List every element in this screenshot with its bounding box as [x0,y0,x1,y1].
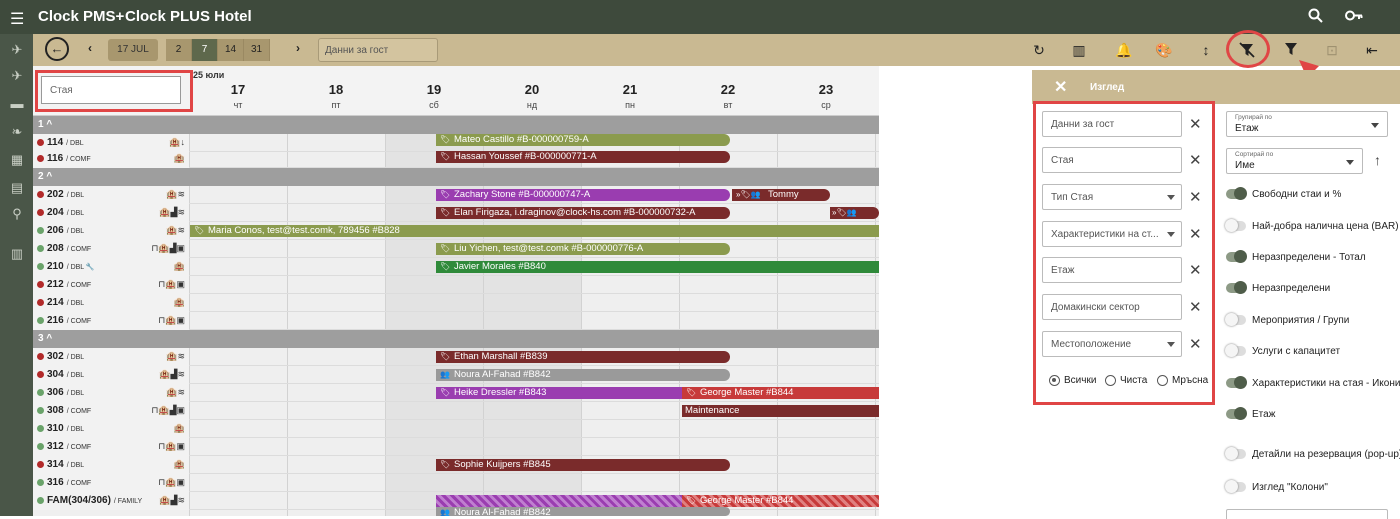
chevron-right-icon[interactable]: › [296,41,300,55]
booking-bar[interactable]: »🏷👥 Tommy [732,189,830,201]
import-icon[interactable]: ⇤ [1363,42,1381,59]
calendar-toolbar: ← ‹ 17 JUL 2 7 14 31 › Данни за гост ↻ ▥… [33,34,1400,66]
booking-bar[interactable]: 🏷 Javier Morales #B840 [436,261,879,273]
refresh-icon[interactable]: ↻ [1030,42,1048,59]
top-bar: ☰ Clock PMS+ Clock PLUS Hotel [0,0,1400,34]
toggle-unassigned[interactable]: Неразпределени [1226,281,1330,295]
booking-bar[interactable]: 🏷 Elan Firigaza, i.draginov@clock-hs.com … [436,207,730,219]
columns-icon[interactable]: ▥ [1070,42,1088,59]
range-7[interactable]: 7 [192,39,218,61]
booking-bar[interactable] [436,495,682,507]
toggle-bar-price[interactable]: Най-добра налична цена (BAR) [1225,219,1399,233]
room-row: 216/ COMF ⊓🏨▣ [33,312,879,330]
document-icon[interactable]: ▤ [9,180,25,196]
departure-icon[interactable]: ✈ [9,42,25,58]
sort-by-select[interactable]: Сортирай по Име [1226,148,1363,174]
expand-vertical-icon[interactable]: ↕ [1197,42,1215,58]
bed-icon[interactable]: ▬ [9,96,25,112]
day-header: 21 пн [622,82,638,110]
day-header: 18 пт [328,82,344,110]
chevron-down-icon [1371,123,1379,128]
room-row: 212/ COMF ⊓🏨▣ [33,276,879,294]
room-row: 310/ DBL 🏨 [33,420,879,438]
toggle-reservation-popup[interactable]: Детайли на резервация (pop-up) [1225,447,1400,461]
booking-bar-continued[interactable]: »🏷👥 [830,207,879,219]
booking-bar[interactable]: 🏷 Hassan Youssef #B-000000771-A [436,151,730,163]
notification-add-icon[interactable]: 🔔 [1115,42,1133,59]
booking-bar[interactable]: 🏷 Heike Dressler #B843 [436,387,682,399]
filter-icon[interactable] [1282,42,1300,59]
day-header: 22 вт [720,82,736,110]
key-icon[interactable] [1345,8,1363,27]
calendar-grid: Стая 25 юли 17 чт 18 пт 19 сб 20 нд 21 пн 22 в… [33,66,879,516]
chevron-left-icon[interactable]: ‹ [88,41,92,55]
guest-data-input[interactable]: Данни за гост [318,38,438,62]
booking-bar[interactable]: 🏷 Mateo Castillo #B-000000759-A [436,134,730,146]
booking-bar[interactable]: 🏷 Ethan Marshall #B839 [436,351,730,363]
booking-bar[interactable]: 🏷 Zachary Stone #B-000000747-A [436,189,730,201]
booking-bar[interactable]: 🏷 Maria Conos, test@test.comk, 789456 #B8… [190,225,879,237]
day-header: 20 нд [524,82,540,110]
panel-header: ✕ Изглед [1032,70,1400,104]
range-31[interactable]: 31 [244,39,270,61]
chevron-down-icon [1346,160,1354,165]
highlight-room-filter [35,70,193,112]
app-name: Clock PMS+ [38,8,125,25]
day-header: 17 чт [230,82,246,110]
toggle-free-rooms[interactable]: Свободни стаи и % [1226,187,1341,201]
toggle-columns-view[interactable]: Изглед "Колони" [1225,480,1328,494]
day-header: 19 сб [426,82,442,110]
panel-title: Изглед [1090,82,1125,93]
room-row: 316/ COMF ⊓🏨▣ [33,474,879,492]
room-row: 214/ DBL 🏨 [33,294,879,312]
booking-bar[interactable]: 🏷 Sophie Kuijpers #B845 [436,459,730,471]
palette-icon[interactable]: 🎨 [1155,42,1173,59]
booking-bar[interactable]: 🏷 Liu Yichen, test@test.comk #B-000000776… [436,243,730,255]
day-header: 23 ср [818,82,834,110]
room-row: 312/ COMF ⊓🏨▣ [33,438,879,456]
range-14[interactable]: 14 [218,39,244,61]
toggle-floor[interactable]: Етаж [1226,407,1275,421]
toggle-events-groups[interactable]: Мероприятия / Групи [1225,313,1349,327]
booking-bar[interactable]: 👥 Noura Al-Fahad #B842 [436,507,730,516]
focus-icon[interactable]: ⊡ [1323,42,1341,59]
left-rail: ✈ ✈ ▬ ❧ ▦ ▤ ⚲ ▥ [0,34,33,516]
book-icon[interactable]: ▥ [9,246,25,262]
floor-header[interactable]: 1 ^ [33,116,879,134]
highlight-filter-list [1033,101,1215,405]
floor-header[interactable]: 3 ^ [33,330,879,348]
floor-header[interactable]: 2 ^ [33,168,879,186]
partial-select[interactable] [1226,509,1388,519]
booking-bar[interactable]: 🏷 George Master #B844 [682,495,879,507]
date-button[interactable]: 17 JUL [108,39,158,61]
hotel-name: Clock PLUS Hotel [125,8,252,25]
booking-bar[interactable]: 👥 Noura Al-Fahad #B842 [436,369,730,381]
sort-direction-icon[interactable]: ↑ [1374,152,1381,168]
highlight-filter-icon [1226,30,1270,68]
toggle-capacity-services[interactable]: Услуги с капацитет [1225,344,1340,358]
arrival-icon[interactable]: ✈ [9,68,25,84]
hamburger-menu-icon[interactable]: ☰ [10,9,24,29]
search-icon[interactable]: ⚲ [9,206,25,222]
calendar-icon[interactable]: ▦ [9,152,25,168]
toggle-room-feature-icons[interactable]: Характеристики на стая - Икони [1226,376,1400,390]
group-by-select[interactable]: Групирай по Етаж [1226,111,1388,137]
leaf-icon[interactable]: ❧ [9,124,25,140]
maintenance-bar[interactable]: Maintenance [682,405,879,417]
range-2[interactable]: 2 [166,39,192,61]
booking-bar[interactable]: 🏷 George Master #B844 [682,387,879,399]
close-icon[interactable]: ✕ [1054,77,1067,97]
back-button[interactable]: ← [45,37,69,61]
range-selector: 2 7 14 31 [166,39,270,61]
toggle-unassigned-total[interactable]: Неразпределени - Тотал [1226,250,1366,264]
search-icon[interactable] [1308,8,1323,27]
